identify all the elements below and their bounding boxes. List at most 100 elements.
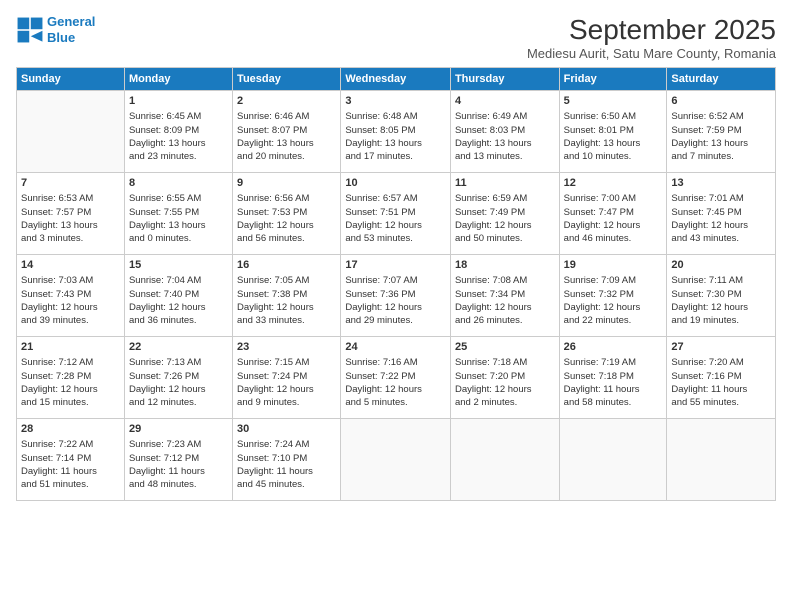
col-thursday: Thursday	[450, 68, 559, 91]
calendar-week-4: 21Sunrise: 7:12 AM Sunset: 7:28 PM Dayli…	[17, 337, 776, 419]
col-sunday: Sunday	[17, 68, 125, 91]
day-number: 20	[671, 258, 771, 273]
day-info: Sunrise: 7:11 AM Sunset: 7:30 PM Dayligh…	[671, 274, 771, 327]
calendar-cell: 8Sunrise: 6:55 AM Sunset: 7:55 PM Daylig…	[124, 173, 232, 255]
day-number: 8	[129, 176, 228, 191]
calendar-cell: 21Sunrise: 7:12 AM Sunset: 7:28 PM Dayli…	[17, 337, 125, 419]
calendar-cell: 5Sunrise: 6:50 AM Sunset: 8:01 PM Daylig…	[559, 91, 667, 173]
day-number: 14	[21, 258, 120, 273]
day-info: Sunrise: 7:16 AM Sunset: 7:22 PM Dayligh…	[345, 356, 446, 409]
day-info: Sunrise: 7:03 AM Sunset: 7:43 PM Dayligh…	[21, 274, 120, 327]
day-info: Sunrise: 6:52 AM Sunset: 7:59 PM Dayligh…	[671, 110, 771, 163]
calendar-cell: 28Sunrise: 7:22 AM Sunset: 7:14 PM Dayli…	[17, 419, 125, 501]
calendar-cell	[559, 419, 667, 501]
calendar-cell: 6Sunrise: 6:52 AM Sunset: 7:59 PM Daylig…	[667, 91, 776, 173]
day-info: Sunrise: 6:56 AM Sunset: 7:53 PM Dayligh…	[237, 192, 336, 245]
calendar-cell: 4Sunrise: 6:49 AM Sunset: 8:03 PM Daylig…	[450, 91, 559, 173]
day-number: 21	[21, 340, 120, 355]
calendar-cell: 10Sunrise: 6:57 AM Sunset: 7:51 PM Dayli…	[341, 173, 451, 255]
day-number: 27	[671, 340, 771, 355]
day-number: 28	[21, 422, 120, 437]
logo-icon	[16, 16, 44, 44]
calendar-cell: 26Sunrise: 7:19 AM Sunset: 7:18 PM Dayli…	[559, 337, 667, 419]
day-info: Sunrise: 7:18 AM Sunset: 7:20 PM Dayligh…	[455, 356, 555, 409]
day-info: Sunrise: 7:01 AM Sunset: 7:45 PM Dayligh…	[671, 192, 771, 245]
calendar-week-1: 1Sunrise: 6:45 AM Sunset: 8:09 PM Daylig…	[17, 91, 776, 173]
col-wednesday: Wednesday	[341, 68, 451, 91]
day-info: Sunrise: 6:55 AM Sunset: 7:55 PM Dayligh…	[129, 192, 228, 245]
logo-blue: Blue	[47, 30, 75, 45]
header: General Blue September 2025 Mediesu Auri…	[16, 14, 776, 61]
calendar-cell	[450, 419, 559, 501]
calendar-week-5: 28Sunrise: 7:22 AM Sunset: 7:14 PM Dayli…	[17, 419, 776, 501]
calendar-cell: 13Sunrise: 7:01 AM Sunset: 7:45 PM Dayli…	[667, 173, 776, 255]
logo-general: General	[47, 14, 95, 29]
day-info: Sunrise: 7:19 AM Sunset: 7:18 PM Dayligh…	[564, 356, 663, 409]
day-number: 26	[564, 340, 663, 355]
logo-text: General Blue	[47, 14, 95, 45]
day-info: Sunrise: 7:20 AM Sunset: 7:16 PM Dayligh…	[671, 356, 771, 409]
day-number: 25	[455, 340, 555, 355]
calendar-cell: 9Sunrise: 6:56 AM Sunset: 7:53 PM Daylig…	[233, 173, 341, 255]
calendar-cell: 20Sunrise: 7:11 AM Sunset: 7:30 PM Dayli…	[667, 255, 776, 337]
subtitle: Mediesu Aurit, Satu Mare County, Romania	[527, 46, 776, 61]
day-number: 11	[455, 176, 555, 191]
day-info: Sunrise: 7:05 AM Sunset: 7:38 PM Dayligh…	[237, 274, 336, 327]
day-number: 15	[129, 258, 228, 273]
day-info: Sunrise: 7:04 AM Sunset: 7:40 PM Dayligh…	[129, 274, 228, 327]
day-info: Sunrise: 7:07 AM Sunset: 7:36 PM Dayligh…	[345, 274, 446, 327]
day-number: 6	[671, 94, 771, 109]
header-row: Sunday Monday Tuesday Wednesday Thursday…	[17, 68, 776, 91]
day-number: 22	[129, 340, 228, 355]
calendar-week-3: 14Sunrise: 7:03 AM Sunset: 7:43 PM Dayli…	[17, 255, 776, 337]
day-info: Sunrise: 7:24 AM Sunset: 7:10 PM Dayligh…	[237, 438, 336, 491]
title-block: September 2025 Mediesu Aurit, Satu Mare …	[527, 14, 776, 61]
calendar-cell: 18Sunrise: 7:08 AM Sunset: 7:34 PM Dayli…	[450, 255, 559, 337]
day-info: Sunrise: 7:22 AM Sunset: 7:14 PM Dayligh…	[21, 438, 120, 491]
day-info: Sunrise: 7:12 AM Sunset: 7:28 PM Dayligh…	[21, 356, 120, 409]
calendar-week-2: 7Sunrise: 6:53 AM Sunset: 7:57 PM Daylig…	[17, 173, 776, 255]
day-number: 1	[129, 94, 228, 109]
day-info: Sunrise: 6:48 AM Sunset: 8:05 PM Dayligh…	[345, 110, 446, 163]
col-saturday: Saturday	[667, 68, 776, 91]
month-title: September 2025	[527, 14, 776, 46]
day-number: 17	[345, 258, 446, 273]
calendar-cell: 3Sunrise: 6:48 AM Sunset: 8:05 PM Daylig…	[341, 91, 451, 173]
day-number: 3	[345, 94, 446, 109]
calendar-cell: 29Sunrise: 7:23 AM Sunset: 7:12 PM Dayli…	[124, 419, 232, 501]
calendar-cell: 15Sunrise: 7:04 AM Sunset: 7:40 PM Dayli…	[124, 255, 232, 337]
calendar-cell: 30Sunrise: 7:24 AM Sunset: 7:10 PM Dayli…	[233, 419, 341, 501]
calendar-cell	[667, 419, 776, 501]
day-info: Sunrise: 6:49 AM Sunset: 8:03 PM Dayligh…	[455, 110, 555, 163]
day-number: 19	[564, 258, 663, 273]
day-number: 2	[237, 94, 336, 109]
day-info: Sunrise: 7:13 AM Sunset: 7:26 PM Dayligh…	[129, 356, 228, 409]
day-number: 23	[237, 340, 336, 355]
calendar-table: Sunday Monday Tuesday Wednesday Thursday…	[16, 67, 776, 501]
calendar-cell	[17, 91, 125, 173]
calendar-cell: 2Sunrise: 6:46 AM Sunset: 8:07 PM Daylig…	[233, 91, 341, 173]
calendar-cell: 16Sunrise: 7:05 AM Sunset: 7:38 PM Dayli…	[233, 255, 341, 337]
calendar-cell: 7Sunrise: 6:53 AM Sunset: 7:57 PM Daylig…	[17, 173, 125, 255]
day-number: 5	[564, 94, 663, 109]
day-number: 29	[129, 422, 228, 437]
calendar-cell	[341, 419, 451, 501]
day-number: 4	[455, 94, 555, 109]
day-number: 16	[237, 258, 336, 273]
day-number: 12	[564, 176, 663, 191]
day-info: Sunrise: 7:23 AM Sunset: 7:12 PM Dayligh…	[129, 438, 228, 491]
day-info: Sunrise: 7:08 AM Sunset: 7:34 PM Dayligh…	[455, 274, 555, 327]
calendar-cell: 24Sunrise: 7:16 AM Sunset: 7:22 PM Dayli…	[341, 337, 451, 419]
day-info: Sunrise: 6:46 AM Sunset: 8:07 PM Dayligh…	[237, 110, 336, 163]
day-number: 30	[237, 422, 336, 437]
calendar-cell: 11Sunrise: 6:59 AM Sunset: 7:49 PM Dayli…	[450, 173, 559, 255]
day-info: Sunrise: 6:59 AM Sunset: 7:49 PM Dayligh…	[455, 192, 555, 245]
calendar-cell: 27Sunrise: 7:20 AM Sunset: 7:16 PM Dayli…	[667, 337, 776, 419]
day-number: 18	[455, 258, 555, 273]
calendar-cell: 17Sunrise: 7:07 AM Sunset: 7:36 PM Dayli…	[341, 255, 451, 337]
day-number: 24	[345, 340, 446, 355]
day-number: 10	[345, 176, 446, 191]
day-info: Sunrise: 7:00 AM Sunset: 7:47 PM Dayligh…	[564, 192, 663, 245]
page: General Blue September 2025 Mediesu Auri…	[0, 0, 792, 612]
day-info: Sunrise: 6:53 AM Sunset: 7:57 PM Dayligh…	[21, 192, 120, 245]
